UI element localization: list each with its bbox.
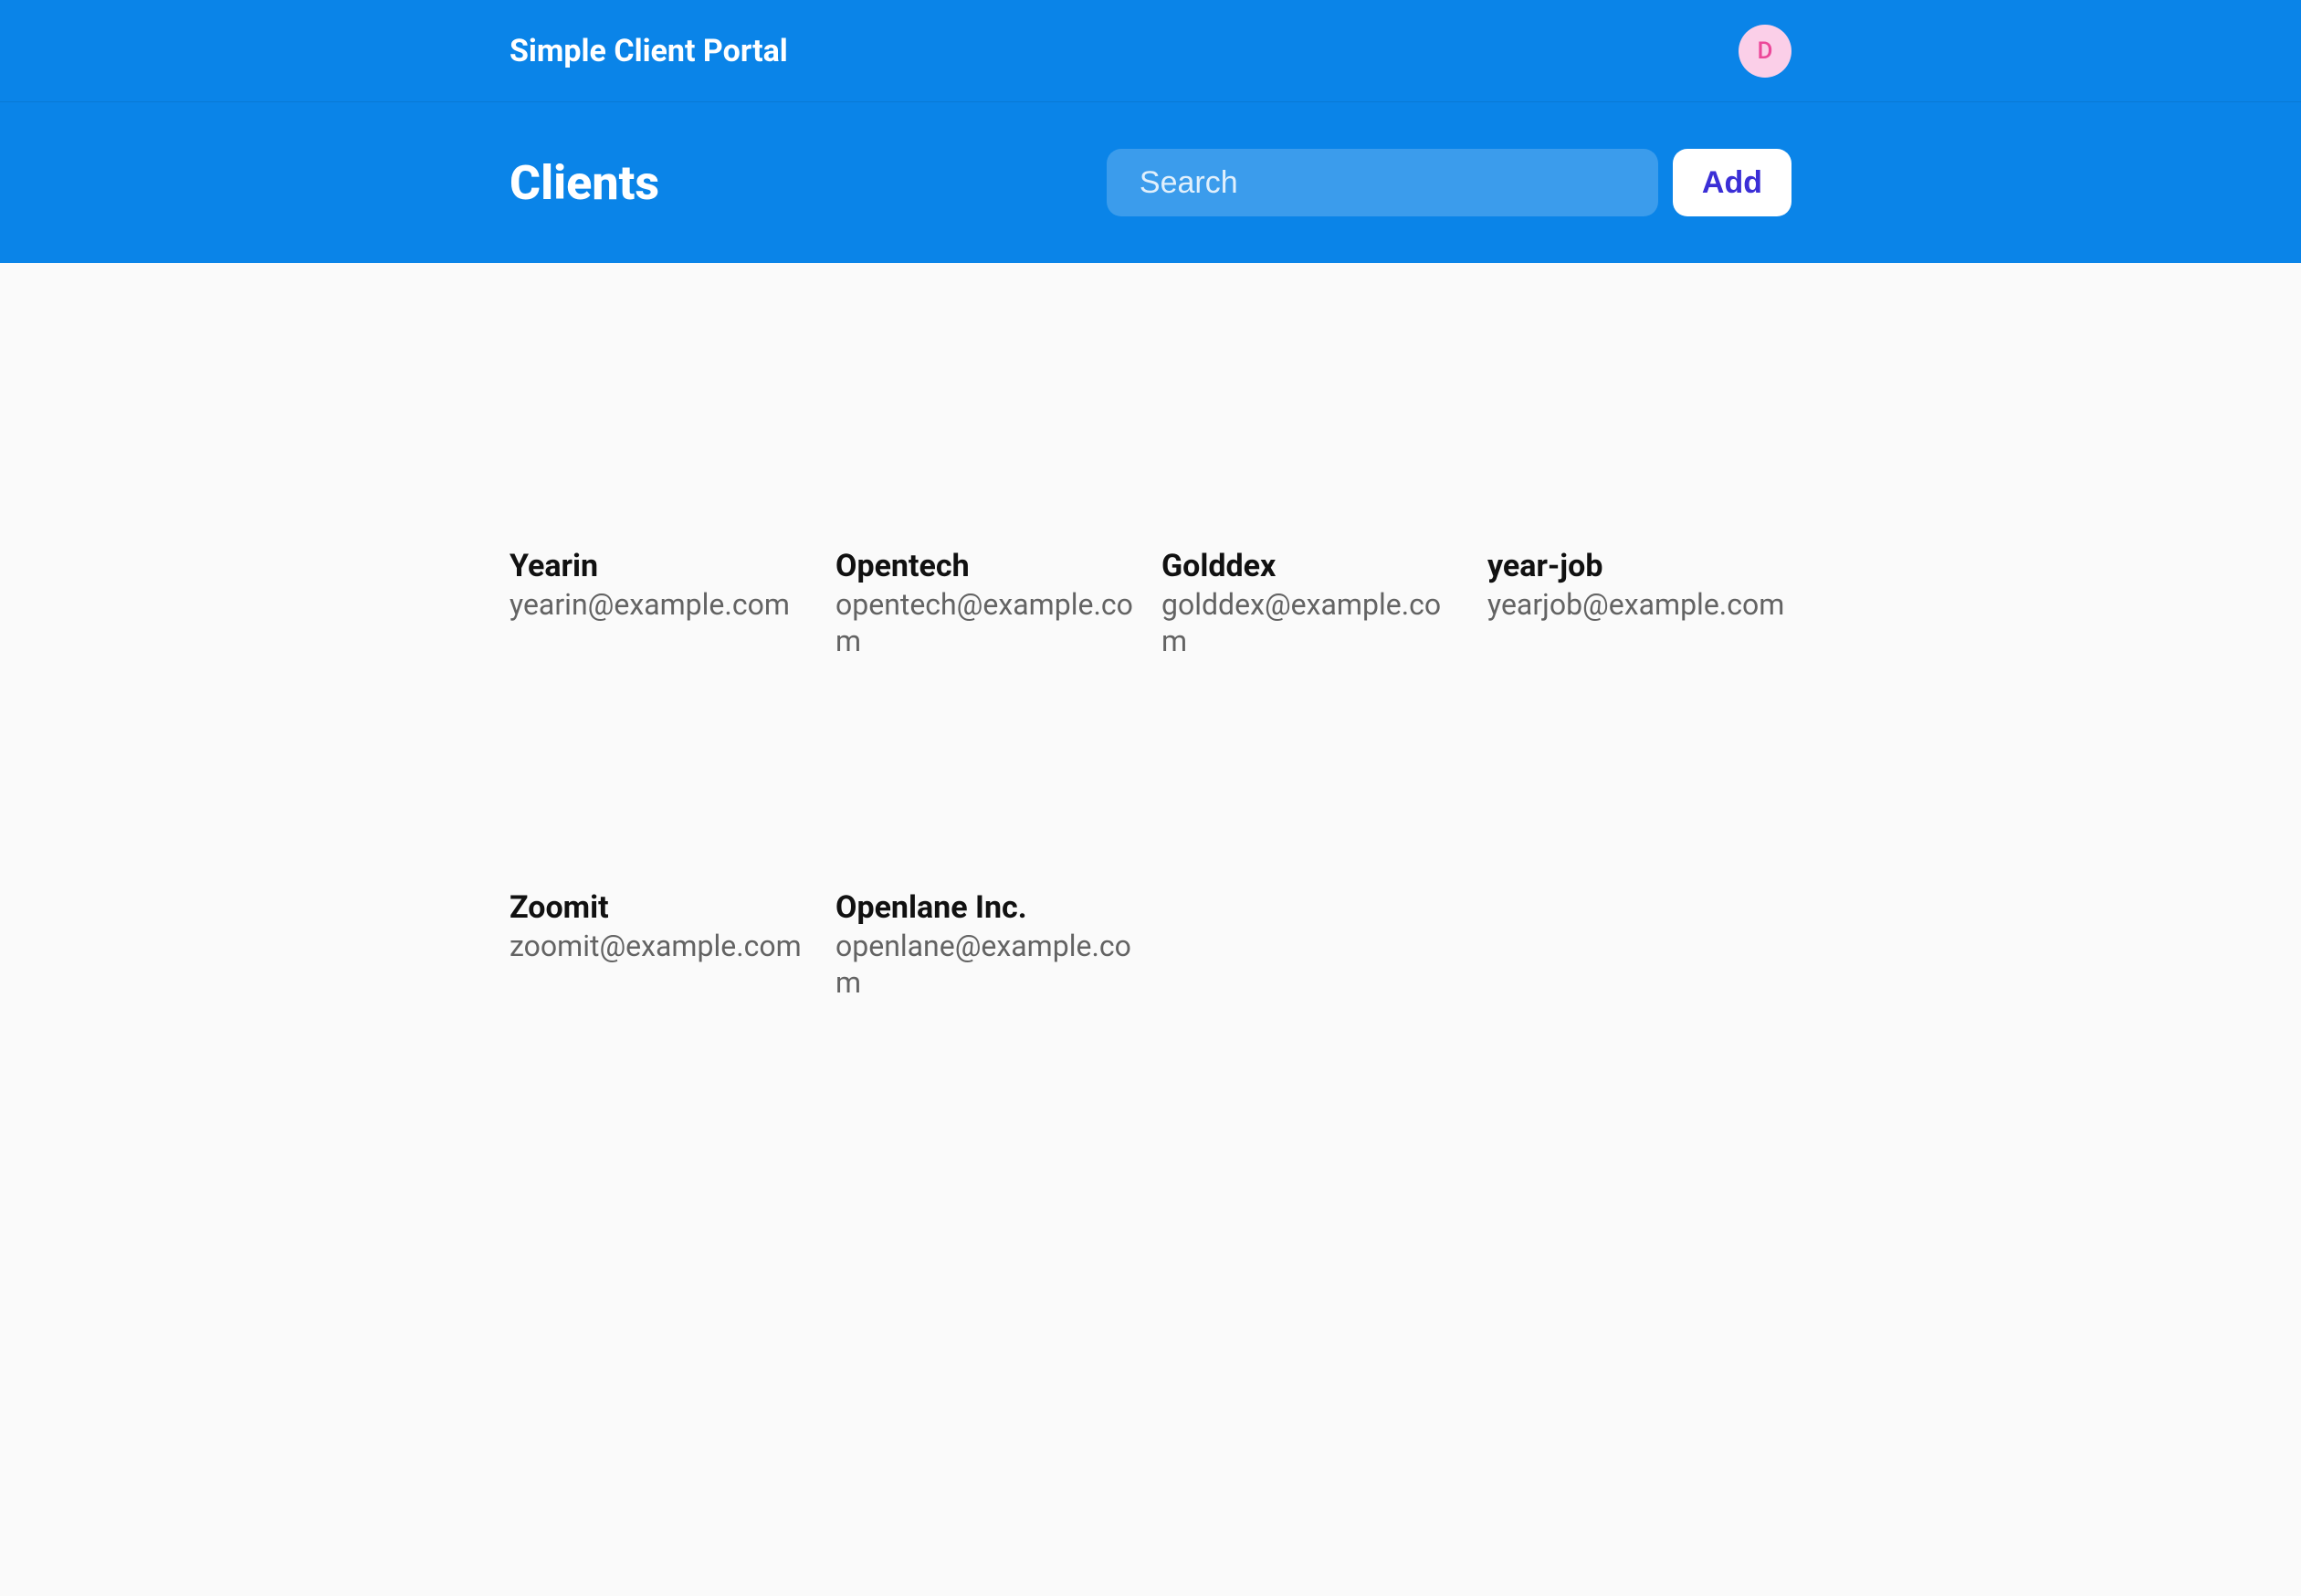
client-email: yearin@example.com	[510, 586, 814, 623]
client-name: year-job	[1487, 547, 1791, 586]
client-email: openlane@example.com	[835, 928, 1140, 1001]
client-thumbnail	[835, 703, 1140, 874]
search-input[interactable]	[1107, 149, 1658, 216]
page-header: Clients Add	[0, 102, 2301, 263]
client-name: Zoomit	[510, 888, 814, 928]
clients-grid: Yearin yearin@example.com Opentech opent…	[510, 263, 1791, 1001]
topbar: Simple Client Portal D	[0, 0, 2301, 102]
add-button[interactable]: Add	[1673, 149, 1791, 216]
client-name: Golddex	[1161, 547, 1466, 586]
client-card[interactable]: Golddex golddex@example.com	[1161, 362, 1466, 659]
client-card[interactable]: year-job yearjob@example.com	[1487, 362, 1791, 659]
client-email: opentech@example.com	[835, 586, 1140, 659]
client-name: Yearin	[510, 547, 814, 586]
client-email: zoomit@example.com	[510, 928, 814, 964]
topbar-inner: Simple Client Portal D	[495, 25, 1806, 78]
client-card[interactable]: Openlane Inc. openlane@example.com	[835, 703, 1140, 1001]
page-title: Clients	[510, 155, 659, 211]
page-header-inner: Clients Add	[495, 149, 1806, 216]
search-add-group: Add	[1107, 149, 1791, 216]
brand-title: Simple Client Portal	[510, 33, 788, 69]
client-thumbnail	[510, 703, 814, 874]
client-thumbnail	[510, 362, 814, 532]
avatar[interactable]: D	[1739, 25, 1791, 78]
client-card[interactable]: Opentech opentech@example.com	[835, 362, 1140, 659]
client-name: Openlane Inc.	[835, 888, 1140, 928]
main-content: Yearin yearin@example.com Opentech opent…	[495, 263, 1806, 1001]
client-thumbnail	[835, 362, 1140, 532]
client-email: golddex@example.com	[1161, 586, 1466, 659]
client-name: Opentech	[835, 547, 1140, 586]
client-thumbnail	[1487, 362, 1791, 532]
client-thumbnail	[1161, 362, 1466, 532]
client-card[interactable]: Zoomit zoomit@example.com	[510, 703, 814, 1001]
client-card[interactable]: Yearin yearin@example.com	[510, 362, 814, 659]
client-email: yearjob@example.com	[1487, 586, 1791, 623]
